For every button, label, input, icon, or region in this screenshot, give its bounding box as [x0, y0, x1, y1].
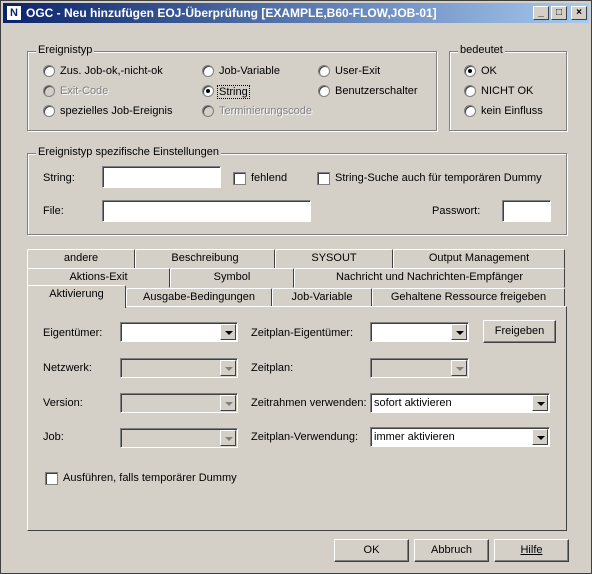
run-dummy-label: Ausführen, falls temporärer Dummy [63, 472, 237, 484]
network-label: Netzwerk: [43, 362, 92, 374]
job-combo [120, 428, 238, 448]
release-button[interactable]: Freigeben [483, 320, 556, 343]
close-button[interactable]: × [571, 6, 587, 20]
radio-no-influence[interactable] [464, 105, 476, 117]
tab-job-variable[interactable]: Job-Variable [272, 288, 372, 308]
tab-beschreibung[interactable]: Beschreibung [135, 249, 275, 269]
title-bar[interactable]: N OGC - Neu hinzufügen EOJ-Überprüfung [… [3, 3, 589, 23]
radio-exit-code [43, 85, 55, 97]
radio-termination-code [202, 105, 214, 117]
radio-job-variable[interactable] [202, 65, 214, 77]
specific-settings-label: Ereignistyp spezifische Einstellungen [36, 146, 221, 158]
schedule-use-combo[interactable]: immer aktivieren [370, 427, 550, 447]
password-input[interactable] [502, 200, 551, 222]
tab-output-management[interactable]: Output Management [393, 249, 565, 269]
tab-aktivierung[interactable]: Aktivierung [27, 285, 126, 308]
file-label: File: [43, 205, 64, 217]
radio-not-ok[interactable] [464, 85, 476, 97]
tab-sysout[interactable]: SYSOUT [275, 249, 393, 269]
run-dummy-checkbox[interactable] [45, 472, 58, 485]
schedule-owner-combo[interactable] [370, 322, 469, 342]
radio-user-switch[interactable] [318, 85, 330, 97]
radio-exit-code-label: Exit-Code [60, 85, 109, 97]
chevron-down-icon [220, 430, 236, 446]
radio-zus-job-ok[interactable] [43, 65, 55, 77]
chevron-down-icon [220, 360, 236, 376]
radio-special-job-event[interactable] [43, 105, 55, 117]
chevron-down-icon[interactable] [451, 324, 467, 340]
timeframe-label: Zeitrahmen verwenden: [251, 397, 367, 409]
activation-panel: Eigentümer: Netzwerk: Version: Job: Zeit… [27, 306, 567, 531]
radio-string[interactable] [202, 85, 214, 97]
missing-label: fehlend [251, 172, 288, 184]
version-label: Version: [43, 397, 83, 409]
chevron-down-icon [220, 395, 236, 411]
missing-checkbox[interactable] [233, 172, 246, 185]
owner-label: Eigentümer: [43, 327, 103, 339]
tab-nachricht[interactable]: Nachricht und Nachrichten-Empfänger [294, 268, 565, 288]
schedule-combo [370, 358, 469, 378]
radio-job-variable-label: Job-Variable [219, 65, 280, 77]
schedule-use-value: immer aktivieren [374, 431, 455, 443]
event-type-label: Ereignistyp [36, 44, 95, 56]
maximize-button[interactable]: □ [551, 6, 567, 20]
dialog-window: N OGC - Neu hinzufügen EOJ-Überprüfung [… [0, 0, 592, 574]
radio-special-job-event-label: spezielles Job-Ereignis [60, 105, 173, 117]
ok-button[interactable]: OK [334, 539, 409, 562]
radio-no-influence-label: kein Einfluss [481, 105, 543, 117]
chevron-down-icon [451, 360, 467, 376]
schedule-label: Zeitplan: [251, 362, 294, 374]
tab-gehaltene-ressource[interactable]: Gehaltene Ressource freigeben [372, 288, 565, 308]
window-title: OGC - Neu hinzufügen EOJ-Überprüfung [EX… [26, 6, 437, 20]
minimize-button[interactable]: _ [533, 6, 549, 20]
schedule-use-label: Zeitplan-Verwendung: [251, 431, 359, 443]
tab-symbol[interactable]: Symbol [170, 268, 294, 288]
schedule-owner-label: Zeitplan-Eigentümer: [251, 327, 354, 339]
dummy-search-label: String-Suche auch für temporären Dummy [335, 172, 542, 184]
string-label: String: [43, 172, 75, 184]
help-button[interactable]: Hilfe [494, 539, 569, 562]
tab-andere[interactable]: andere [27, 249, 135, 269]
timeframe-combo[interactable]: sofort aktivieren [370, 393, 550, 413]
dummy-search-checkbox[interactable] [317, 172, 330, 185]
version-combo [120, 393, 238, 413]
radio-ok[interactable] [464, 65, 476, 77]
radio-user-switch-label: Benutzerschalter [335, 85, 418, 97]
meaning-label: bedeutet [458, 44, 505, 56]
owner-combo[interactable] [120, 322, 238, 342]
radio-ok-label: OK [481, 65, 497, 77]
radio-termination-code-label: Terminierungscode [219, 105, 312, 117]
file-input[interactable] [102, 200, 311, 222]
radio-zus-job-ok-label: Zus. Job-ok,-nicht-ok [60, 65, 163, 77]
string-input[interactable] [102, 166, 221, 188]
network-combo [120, 358, 238, 378]
cancel-button[interactable]: Abbruch [414, 539, 489, 562]
radio-string-label: String [217, 85, 250, 99]
app-icon: N [6, 5, 22, 21]
radio-user-exit[interactable] [318, 65, 330, 77]
chevron-down-icon[interactable] [532, 429, 548, 445]
radio-user-exit-label: User-Exit [335, 65, 381, 77]
radio-not-ok-label: NICHT OK [481, 85, 534, 97]
timeframe-value: sofort aktivieren [374, 397, 452, 409]
chevron-down-icon[interactable] [220, 324, 236, 340]
tab-ausgabe-bedingungen[interactable]: Ausgabe-Bedingungen [126, 288, 272, 308]
chevron-down-icon[interactable] [532, 395, 548, 411]
password-label: Passwort: [432, 205, 481, 217]
job-label: Job: [43, 431, 64, 443]
